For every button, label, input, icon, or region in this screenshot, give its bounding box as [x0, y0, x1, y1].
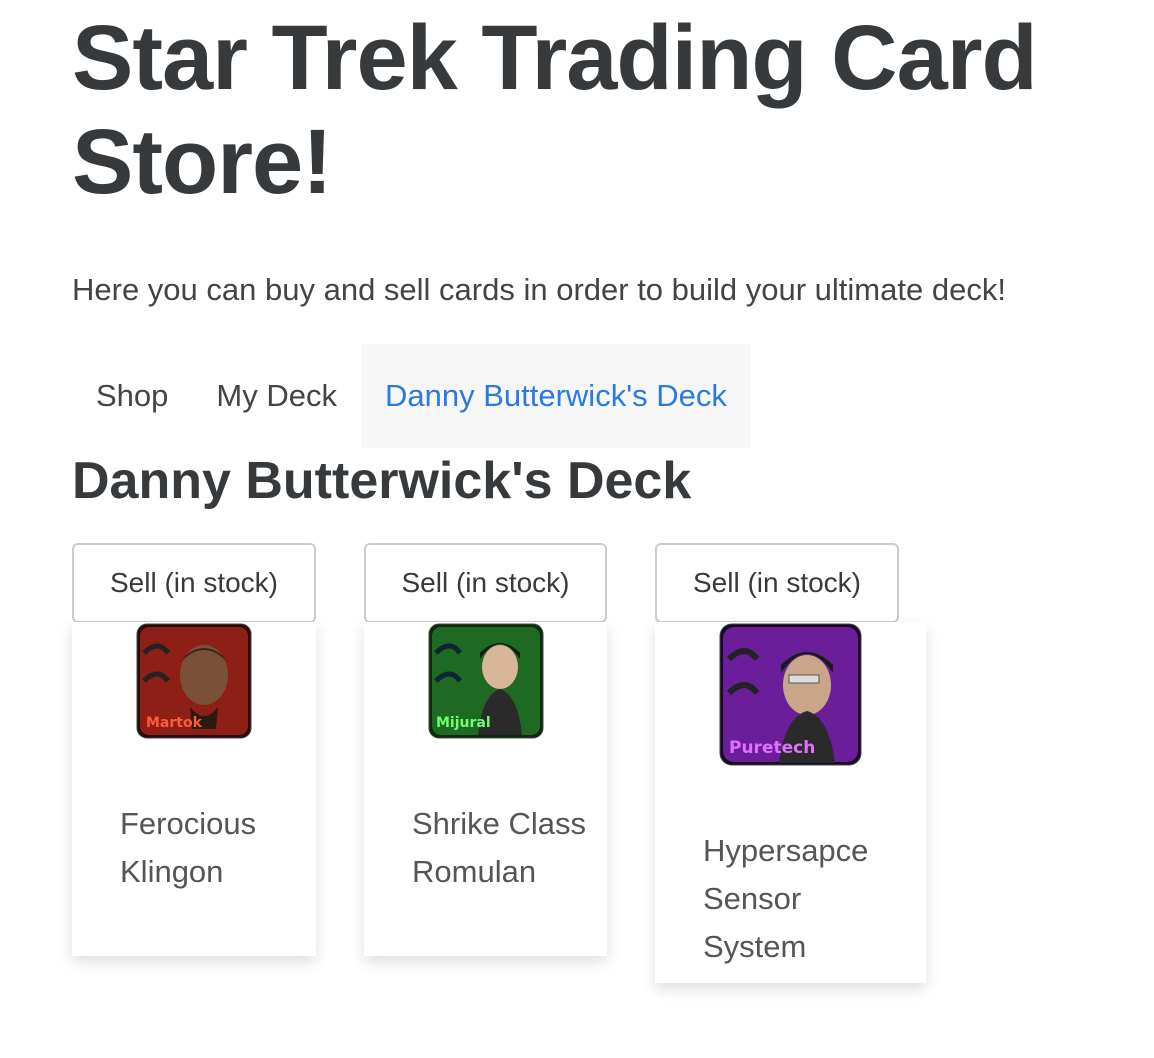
nav-tabs: Shop My Deck Danny Butterwick's Deck — [72, 344, 751, 448]
card-name: Hypersapce Sensor System — [703, 833, 869, 964]
svg-text:Puretech: Puretech — [729, 738, 815, 758]
card-body: Mijural Shrike Class Romulan — [364, 622, 607, 956]
page-title: Star Trek Trading Card Store! — [72, 7, 1038, 213]
puretech-portrait-image: Puretech — [719, 623, 862, 766]
svg-text:Mijural: Mijural — [436, 715, 491, 731]
mijural-portrait-image: Mijural — [428, 623, 544, 739]
card-name: Shrike Class Romulan — [412, 806, 586, 889]
sell-button[interactable]: Sell (in stock) — [364, 543, 607, 623]
page-subtitle: Here you can buy and sell cards in order… — [72, 272, 1006, 307]
card-name: Ferocious Klingon — [120, 806, 257, 889]
sell-button[interactable]: Sell (in stock) — [72, 543, 316, 623]
deck-title: Danny Butterwick's Deck — [72, 452, 692, 510]
tab-danny-butterwicks-deck[interactable]: Danny Butterwick's Deck — [360, 344, 751, 448]
card-body: Puretech Hypersapce Sensor System — [655, 622, 926, 983]
sell-button[interactable]: Sell (in stock) — [655, 543, 899, 623]
martok-portrait-image: Martok — [136, 623, 252, 739]
svg-text:Martok: Martok — [146, 715, 203, 731]
card-body: Martok Ferocious Klingon — [72, 622, 316, 956]
tab-shop[interactable]: Shop — [72, 344, 192, 448]
tab-my-deck[interactable]: My Deck — [192, 344, 361, 448]
